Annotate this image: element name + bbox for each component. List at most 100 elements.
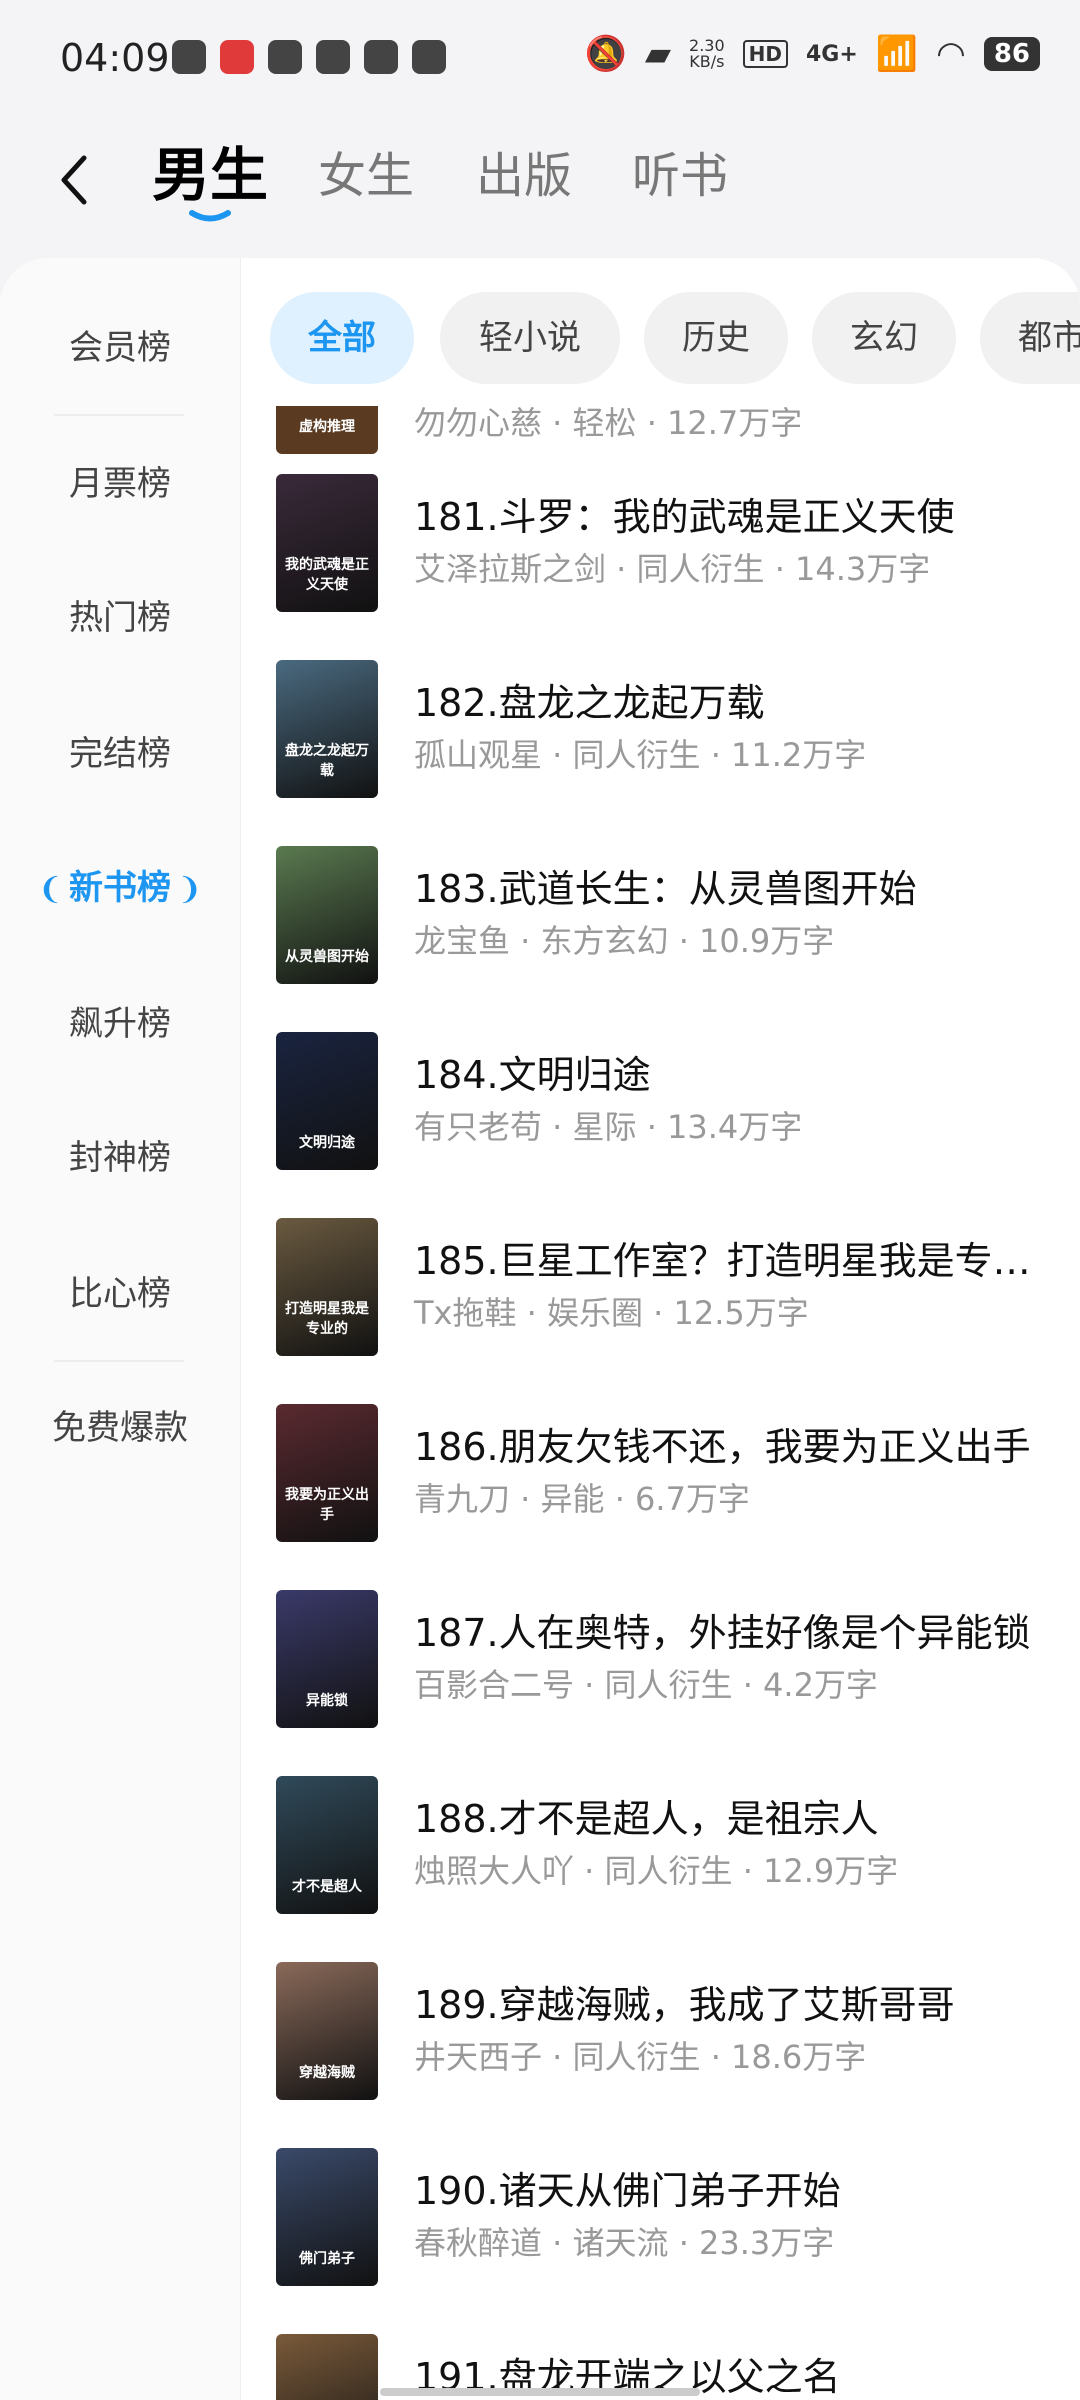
book-cover: 从灵兽图开始 <box>276 846 378 984</box>
status-time: 04:09 <box>60 36 170 80</box>
book-title: 187.人在奥特，外挂好像是个异能锁 <box>414 1611 1031 1655</box>
book-title: 182.盘龙之龙起万载 <box>414 681 765 725</box>
list-item[interactable]: 打造明星我是专业的 185.巨星工作室？打造明星我是专业的 Tx拖鞋 · 娱乐圈 ·… <box>240 1208 1080 1394</box>
header: 男生 女生 出版 听书 <box>0 120 1080 260</box>
system-status: 🔕 ▰ 2.30 KB/s HD 4G+ 📶 ◠ 86 <box>585 34 1040 74</box>
back-arrow-icon <box>61 155 87 205</box>
book-meta: 春秋醉道 · 诸天流 · 23.3万字 <box>414 2224 835 2262</box>
content-panel: 会员榜 月票榜 热门榜 完结榜 ❨ 新书榜 ❩ 飙升榜 封神榜 比心榜 免费爆款 全… <box>0 258 1080 2400</box>
book-title: 181.斗罗：我的武魂是正义天使 <box>414 495 955 539</box>
book-meta: 井天西子 · 同人衍生 · 18.6万字 <box>414 2038 867 2076</box>
book-meta: 烛照大人吖 · 同人衍生 · 12.9万字 <box>414 1852 899 1890</box>
category-chips: 全部 轻小说 历史 玄幻 都市 <box>270 292 1080 384</box>
book-title: 189.穿越海贼，我成了艾斯哥哥 <box>414 1983 955 2027</box>
sidebar-item-label: 新书榜 <box>69 868 171 908</box>
book-cover: 穿越海贼 <box>276 1962 378 2100</box>
sidebar-item-heart[interactable]: 比心榜 <box>0 1254 240 1334</box>
list-item[interactable]: 我的武魂是正义天使 181.斗罗：我的武魂是正义天使艾泽拉斯之剑 · 同人衍生 ·… <box>240 464 1080 650</box>
home-indicator <box>380 2388 700 2396</box>
net-speed-unit: KB/s <box>689 52 725 71</box>
list-item[interactable]: 盘龙之龙起万载 182.盘龙之龙起万载孤山观星 · 同人衍生 · 11.2万字 <box>240 650 1080 836</box>
laurel-right-icon: ❩ <box>177 872 203 907</box>
cover-title: 穿越海贼 <box>299 2065 355 2081</box>
chip-fantasy[interactable]: 玄幻 <box>812 292 956 384</box>
cover-title: 我要为正义出手 <box>285 1487 369 1523</box>
cover-title: 打造明星我是专业的 <box>285 1301 369 1337</box>
chip-history[interactable]: 历史 <box>644 292 788 384</box>
sidebar-item-legend[interactable]: 封神榜 <box>0 1118 240 1198</box>
list-item[interactable]: 异能锁 187.人在奥特，外挂好像是个异能锁百影合二号 · 同人衍生 · 4.2万… <box>240 1580 1080 1766</box>
notification-icons <box>172 40 446 74</box>
book-cover: 我要为正义出手 <box>276 1404 378 1542</box>
book-meta: 孤山观星 · 同人衍生 · 11.2万字 <box>414 736 867 774</box>
list-item[interactable]: 文明归途 184.文明归途 有只老苟 · 星际 · 13.4万字 <box>240 1022 1080 1208</box>
book-title: 190.诸天从佛门弟子开始 <box>414 2169 841 2213</box>
battery-level: 86 <box>983 37 1040 71</box>
tab-female[interactable]: 女生 <box>318 136 414 206</box>
sidebar-item-monthly-ticket[interactable]: 月票榜 <box>0 444 240 524</box>
cover-title: 盘龙之龙起万载 <box>285 743 369 779</box>
book-cover <box>276 2334 378 2400</box>
book-meta: 勿勿心慈 · 轻松 · 12.7万字 <box>414 406 803 442</box>
cover-title: 从灵兽图开始 <box>285 949 369 965</box>
sidebar-item-member[interactable]: 会员榜 <box>0 308 240 388</box>
ranking-sidebar: 会员榜 月票榜 热门榜 完结榜 ❨ 新书榜 ❩ 飙升榜 封神榜 比心榜 免费爆款 <box>0 258 241 2400</box>
hd-badge: HD <box>742 40 788 68</box>
sidebar-item-new-books[interactable]: ❨ 新书榜 ❩ <box>0 848 240 928</box>
laurel-left-icon: ❨ <box>37 872 63 907</box>
app-notification-icon <box>220 40 254 74</box>
cover-title: 虚构推理 <box>299 419 355 435</box>
book-meta: 艾泽拉斯之剑 · 同人衍生 · 14.3万字 <box>414 550 931 588</box>
book-cover: 盘龙之龙起万载 <box>276 660 378 798</box>
book-cover: 才不是超人 <box>276 1776 378 1914</box>
app-notification-icon <box>172 40 206 74</box>
book-cover: 我的武魂是正义天使 <box>276 474 378 612</box>
sidebar-item-free[interactable]: 免费爆款 <box>0 1388 240 1468</box>
qq-icon <box>316 40 350 74</box>
sidebar-item-rising[interactable]: 飙升榜 <box>0 984 240 1064</box>
book-title: 185.巨星工作室？打造明星我是专业的 <box>414 1239 1034 1283</box>
network-type: 4G+ <box>805 41 858 67</box>
tab-male[interactable]: 男生 <box>152 128 268 212</box>
status-bar: 04:09 🔕 ▰ 2.30 KB/s HD 4G+ 📶 ◠ 86 <box>0 0 1080 120</box>
net-speed: 2.30 KB/s <box>689 38 725 70</box>
book-meta: 龙宝鱼 · 东方玄幻 · 10.9万字 <box>414 922 835 960</box>
book-list: 虚构推理 勿勿心慈 · 轻松 · 12.7万字 我的武魂是正义天使 181.斗罗：… <box>240 406 1080 2400</box>
cover-title: 才不是超人 <box>292 1879 362 1895</box>
cover-title: 文明归途 <box>299 1135 355 1151</box>
tab-publish[interactable]: 出版 <box>476 136 572 206</box>
book-meta: 青九刀 · 异能 · 6.7万字 <box>414 1480 750 1518</box>
sidebar-divider <box>54 1360 184 1362</box>
book-cover: 异能锁 <box>276 1590 378 1728</box>
sidebar-divider <box>54 414 184 416</box>
book-meta: Tx拖鞋 · 娱乐圈 · 12.5万字 <box>414 1294 809 1332</box>
sidebar-item-hot[interactable]: 热门榜 <box>0 578 240 658</box>
sidebar-item-finished[interactable]: 完结榜 <box>0 714 240 794</box>
book-meta: 百影合二号 · 同人衍生 · 4.2万字 <box>414 1666 878 1704</box>
book-cover: 文明归途 <box>276 1032 378 1170</box>
list-item[interactable]: 我要为正义出手 186.朋友欠钱不还，我要为正义出手青九刀 · 异能 · 6.7万… <box>240 1394 1080 1580</box>
book-title: 188.才不是超人，是祖宗人 <box>414 1797 879 1841</box>
back-button[interactable] <box>44 140 104 220</box>
cover-title: 异能锁 <box>306 1693 348 1709</box>
active-tab-indicator <box>189 210 231 222</box>
list-item[interactable]: 佛门弟子 190.诸天从佛门弟子开始春秋醉道 · 诸天流 · 23.3万字 <box>240 2138 1080 2324</box>
cover-title: 佛门弟子 <box>299 2251 355 2267</box>
tab-audiobook[interactable]: 听书 <box>632 136 728 206</box>
chip-urban[interactable]: 都市 <box>980 292 1080 384</box>
book-cover: 虚构推理 <box>276 406 378 454</box>
list-item[interactable]: 从灵兽图开始 183.武道长生：从灵兽图开始 龙宝鱼 · 东方玄幻 · 10.9万字 <box>240 836 1080 1022</box>
chip-light-novel[interactable]: 轻小说 <box>440 292 620 384</box>
signal-icon: 📶 <box>875 34 919 74</box>
list-item[interactable]: 穿越海贼 189.穿越海贼，我成了艾斯哥哥井天西子 · 同人衍生 · 18.6万字 <box>240 1952 1080 2138</box>
book-cover: 打造明星我是专业的 <box>276 1218 378 1356</box>
cover-title: 我的武魂是正义天使 <box>285 557 369 593</box>
list-item[interactable]: 才不是超人 188.才不是超人，是祖宗人烛照大人吖 · 同人衍生 · 12.9万字 <box>240 1766 1080 1952</box>
book-title: 186.朋友欠钱不还，我要为正义出手 <box>414 1425 1031 1469</box>
book-cover: 佛门弟子 <box>276 2148 378 2286</box>
game-icon <box>412 40 446 74</box>
wechat-icon <box>268 40 302 74</box>
mute-icon: 🔕 <box>584 34 627 74</box>
chip-all[interactable]: 全部 <box>270 292 414 384</box>
chat-icon <box>364 40 398 74</box>
